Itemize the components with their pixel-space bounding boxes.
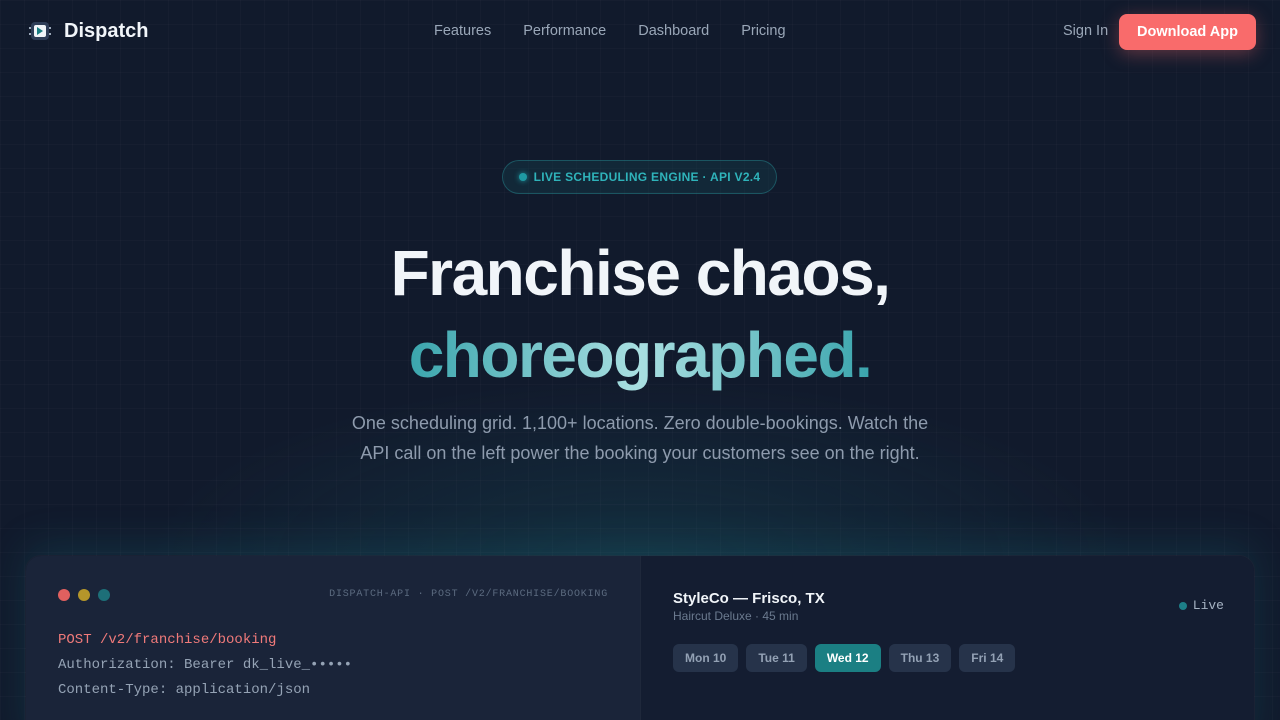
code-panel: DISPATCH-API · POST /V2/FRANCHISE/BOOKIN… [26, 556, 640, 720]
day-button-wed[interactable]: Wed 12 [814, 644, 881, 672]
nav-link-features[interactable]: Features [434, 23, 491, 39]
nav-link-pricing[interactable]: Pricing [741, 23, 785, 39]
live-label: Live [1192, 598, 1224, 613]
maximize-dot-icon [98, 589, 110, 601]
window-controls [58, 589, 110, 601]
code-line-request: POST /v2/franchise/booking [58, 632, 277, 648]
live-dot-icon [1178, 601, 1187, 610]
day-button-tue[interactable]: Tue 11 [746, 644, 807, 672]
day-button-mon[interactable]: Mon 10 [673, 644, 739, 672]
live-status: Live [1178, 598, 1224, 613]
hero-subtitle: One scheduling grid. 1,100+ locations. Z… [351, 413, 929, 463]
hero-title-line1: Franchise chaos, [390, 237, 891, 309]
day-button-thu[interactable]: Thu 13 [888, 644, 952, 672]
minimize-dot-icon [78, 589, 90, 601]
service-details: Haircut Deluxe · 45 min [673, 609, 799, 623]
status-badge-label: LIVE SCHEDULING ENGINE · API V2.4 [533, 170, 761, 184]
status-badge: LIVE SCHEDULING ENGINE · API V2.4 [502, 160, 777, 194]
code-block: POST /v2/franchise/booking Authorization… [58, 628, 352, 703]
store-name: StyleCo — Frisco, TX [673, 590, 825, 607]
hero-title-line2: choreographed. [0, 318, 1280, 392]
nav-link-dashboard[interactable]: Dashboard [638, 23, 709, 39]
live-indicator-dot [518, 173, 527, 181]
schedule-panel: StyleCo — Frisco, TX Haircut Deluxe · 45… [640, 556, 1254, 720]
download-app-button[interactable]: Download App [1119, 14, 1256, 50]
dispatch-logo-icon [29, 22, 51, 40]
demo-panels: DISPATCH-API · POST /V2/FRANCHISE/BOOKIN… [25, 555, 1255, 720]
code-line-auth: Authorization: Bearer dk_live_••••• [58, 657, 353, 673]
day-selector: Mon 10 Tue 11 Wed 12 Thu 13 Fri 14 [673, 644, 1016, 672]
sign-in-link[interactable]: Sign In [1063, 23, 1108, 39]
brand-name: Dispatch [64, 19, 149, 42]
code-line-content-type: Content-Type: application/json [58, 682, 311, 698]
nav-links: Features Performance Dashboard Pricing [434, 23, 786, 39]
brand[interactable]: Dispatch [28, 19, 148, 43]
day-button-fri[interactable]: Fri 14 [959, 644, 1016, 672]
close-dot-icon [58, 589, 70, 601]
top-nav: Dispatch Features Performance Dashboard … [0, 0, 1280, 64]
hero-title-gradient: choreographed. [408, 319, 873, 391]
nav-link-performance[interactable]: Performance [523, 23, 606, 39]
code-panel-title: DISPATCH-API · POST /V2/FRANCHISE/BOOKIN… [329, 589, 608, 600]
